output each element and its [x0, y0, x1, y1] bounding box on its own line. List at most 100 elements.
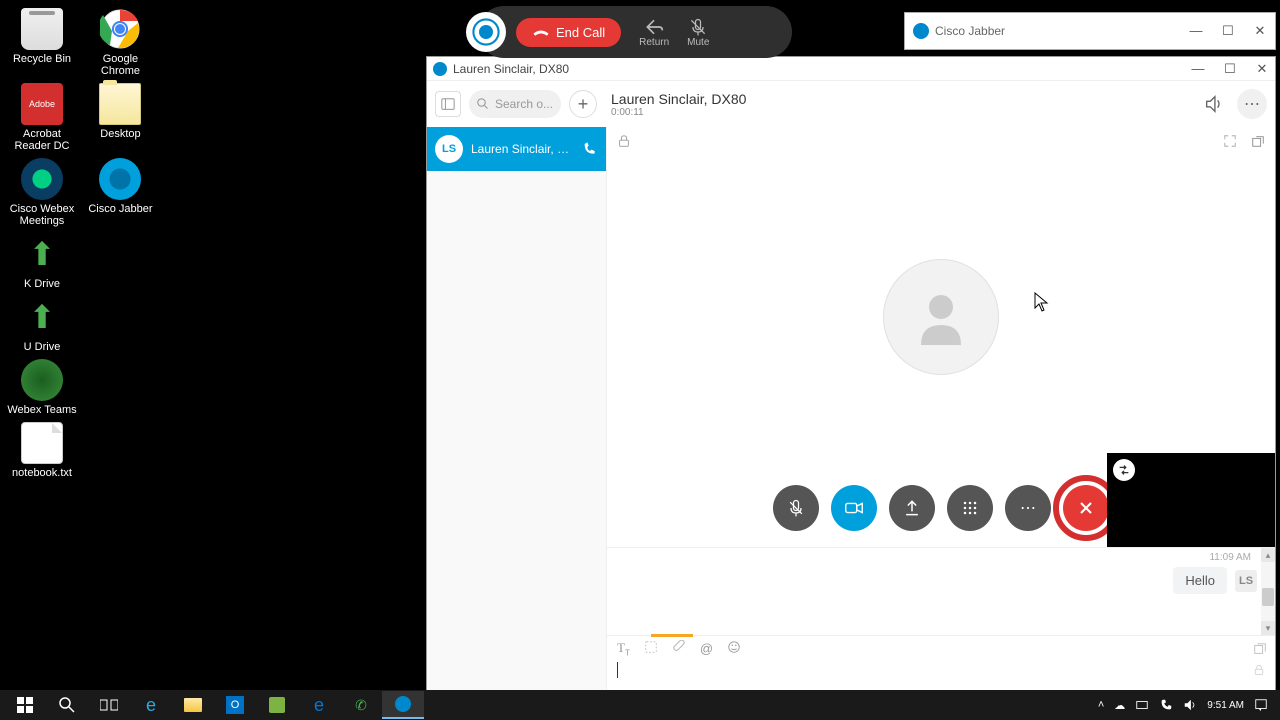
- mute-button[interactable]: Mute: [687, 17, 709, 48]
- tray-chevron-up-icon[interactable]: ˄: [1098, 699, 1104, 711]
- desktop-icon-recycle-bin[interactable]: Recycle Bin: [7, 8, 77, 65]
- maximize-button[interactable]: ☐: [1223, 61, 1237, 77]
- folder-icon: [99, 83, 141, 125]
- close-button[interactable]: ✕: [1255, 61, 1269, 77]
- icon-label: Webex Teams: [7, 404, 77, 416]
- desktop-icons-area: Recycle Bin Google Chrome Adobe Acrobat …: [5, 5, 165, 482]
- tray-phone-icon[interactable]: [1159, 698, 1173, 712]
- chat-scrollbar[interactable]: ▴ ▾: [1261, 548, 1275, 635]
- taskbar-outlook[interactable]: O: [214, 691, 256, 719]
- webex-meetings-icon: [21, 158, 63, 200]
- taskbar: e O e ✆ ˄ ☁ 9:51 AM: [0, 690, 1280, 720]
- panel-icon: [441, 97, 455, 111]
- more-call-options-button[interactable]: ⋯: [1005, 485, 1051, 531]
- task-view-button[interactable]: [88, 691, 130, 719]
- call-controls: ⋯: [773, 485, 1109, 531]
- video-camera-icon: [843, 497, 865, 519]
- tray-onedrive-icon[interactable]: ☁: [1114, 699, 1125, 712]
- conversation-item-active[interactable]: LS Lauren Sinclair, DX...: [427, 127, 606, 171]
- tray-volume-icon[interactable]: [1183, 698, 1197, 712]
- search-icon: [477, 97, 489, 111]
- window-title: Lauren Sinclair, DX80: [453, 62, 1191, 76]
- return-button[interactable]: Return: [639, 17, 669, 48]
- maximize-button[interactable]: ☐: [1221, 23, 1235, 39]
- icon-label: notebook.txt: [7, 467, 77, 479]
- more-options-button[interactable]: ⋯: [1237, 89, 1267, 119]
- acrobat-icon: Adobe: [21, 83, 63, 125]
- desktop-icon-notebook[interactable]: notebook.txt: [7, 422, 77, 479]
- attach-button[interactable]: [672, 640, 686, 657]
- search-input[interactable]: Search o...: [469, 90, 561, 118]
- taskbar-edge[interactable]: e: [298, 691, 340, 719]
- taskbar-app-green[interactable]: [256, 691, 298, 719]
- menu-button[interactable]: [435, 91, 461, 117]
- capture-icon: [644, 640, 658, 654]
- end-call-button[interactable]: End Call: [516, 18, 621, 47]
- dialpad-icon: [960, 498, 980, 518]
- message-input[interactable]: [617, 662, 1265, 683]
- search-button[interactable]: [46, 691, 88, 719]
- contact-avatar-large: [883, 259, 999, 375]
- start-button[interactable]: [4, 691, 46, 719]
- emoji-button[interactable]: [727, 640, 741, 657]
- share-screen-button[interactable]: [889, 485, 935, 531]
- self-view-panel[interactable]: [1107, 453, 1275, 547]
- minimize-button[interactable]: —: [1189, 23, 1203, 39]
- floating-call-bar: End Call Return Mute: [478, 6, 792, 58]
- keypad-button[interactable]: [947, 485, 993, 531]
- toolbar: Search o... + Lauren Sinclair, DX80 0:00…: [427, 81, 1275, 127]
- desktop-icon-k-drive[interactable]: ⬆ K Drive: [7, 233, 77, 290]
- scroll-down-arrow[interactable]: ▾: [1261, 621, 1275, 635]
- text-cursor: [617, 662, 618, 678]
- desktop-icon-cisco-jabber[interactable]: Cisco Jabber: [85, 158, 155, 215]
- ellipsis-icon: ⋯: [1020, 498, 1036, 518]
- minimize-button[interactable]: —: [1191, 61, 1205, 77]
- notifications-icon[interactable]: [1254, 698, 1268, 712]
- video-button[interactable]: [831, 485, 877, 531]
- conversations-sidebar: LS Lauren Sinclair, DX...: [427, 127, 607, 691]
- taskbar-ie[interactable]: e: [130, 691, 172, 719]
- scroll-up-arrow[interactable]: ▴: [1261, 548, 1275, 562]
- popout-icon[interactable]: [1251, 134, 1265, 148]
- lock-small-icon: [1253, 664, 1265, 676]
- scroll-thumb[interactable]: [1262, 588, 1274, 606]
- desktop-icon-acrobat[interactable]: Adobe Acrobat Reader DC: [7, 83, 77, 152]
- desktop-icon-desktop-folder[interactable]: Desktop: [85, 83, 155, 140]
- close-button[interactable]: ✕: [1253, 23, 1267, 39]
- swap-view-button[interactable]: [1113, 459, 1135, 481]
- microphone-icon: [786, 498, 806, 518]
- desktop-icon-webex-meetings[interactable]: Cisco Webex Meetings: [7, 158, 77, 227]
- text-file-icon: [21, 422, 63, 464]
- fullscreen-icon[interactable]: [1223, 134, 1237, 148]
- desktop-icon-webex-teams[interactable]: Webex Teams: [7, 359, 77, 416]
- mute-mic-button[interactable]: [773, 485, 819, 531]
- person-silhouette-icon: [911, 287, 971, 347]
- taskbar-phone-app[interactable]: ✆: [340, 691, 382, 719]
- titlebar[interactable]: Lauren Sinclair, DX80 — ☐ ✕: [427, 57, 1275, 81]
- add-button[interactable]: +: [569, 90, 597, 118]
- conversation-name: Lauren Sinclair, DX...: [471, 142, 574, 156]
- expand-compose-icon[interactable]: [1253, 642, 1267, 656]
- call-video-area: ⋯: [607, 155, 1275, 547]
- chat-messages-area: 11:09 AM Hello LS ▴ ▾: [607, 547, 1275, 635]
- hangup-button[interactable]: [1063, 485, 1109, 531]
- share-up-icon: [902, 498, 922, 518]
- taskbar-jabber[interactable]: [382, 691, 424, 719]
- search-icon: [59, 697, 75, 713]
- tray-network-icon[interactable]: [1135, 698, 1149, 712]
- taskbar-file-explorer[interactable]: [172, 691, 214, 719]
- background-jabber-window[interactable]: Cisco Jabber — ☐ ✕: [904, 12, 1276, 50]
- text-format-button[interactable]: TT: [617, 640, 630, 658]
- message-bubble: Hello: [1173, 567, 1227, 594]
- search-placeholder: Search o...: [495, 97, 553, 111]
- icon-label: Cisco Jabber: [85, 203, 155, 215]
- desktop-icon-chrome[interactable]: Google Chrome: [85, 8, 155, 77]
- screenshot-button[interactable]: [644, 640, 658, 657]
- audio-output-button[interactable]: [1199, 89, 1229, 119]
- task-view-icon: [100, 698, 118, 712]
- icon-label: Acrobat Reader DC: [7, 128, 77, 152]
- taskbar-clock[interactable]: 9:51 AM: [1207, 700, 1244, 711]
- desktop-icon-u-drive[interactable]: ⬆ U Drive: [7, 296, 77, 353]
- mention-button[interactable]: @: [700, 641, 713, 656]
- paperclip-icon: [672, 640, 686, 654]
